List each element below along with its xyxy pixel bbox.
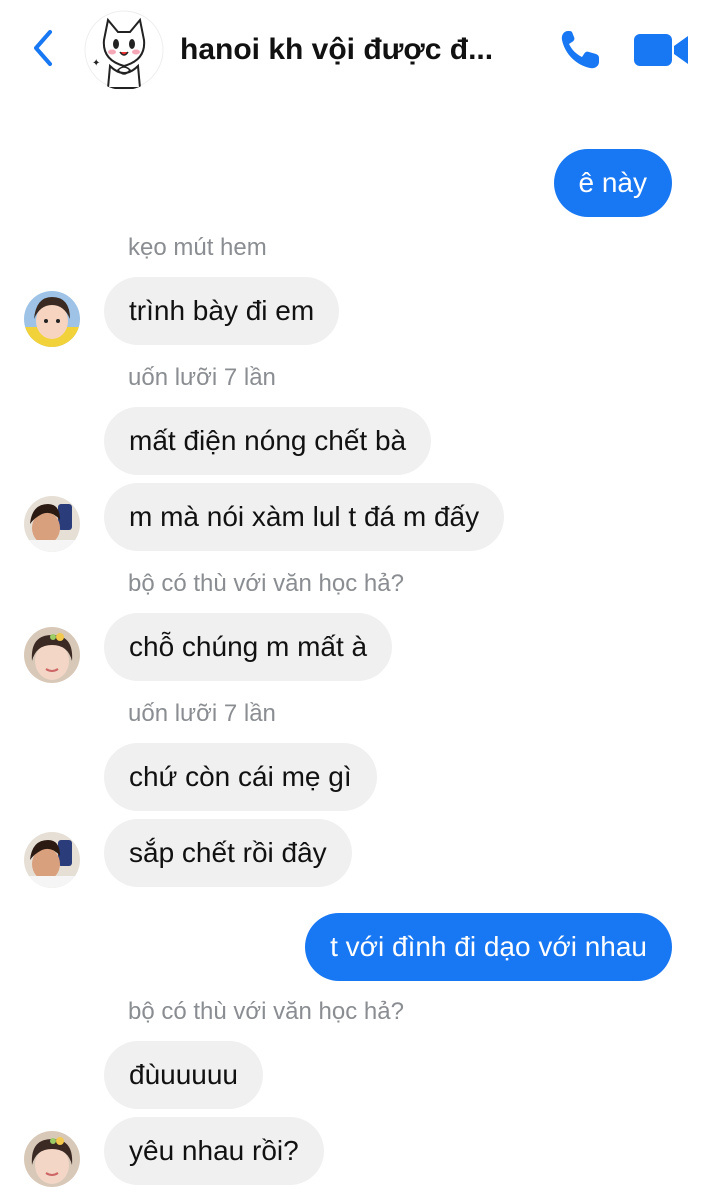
avatar[interactable]: [24, 1131, 80, 1187]
conversation-title[interactable]: hanoi kh vội được đ...: [180, 30, 530, 70]
avatar[interactable]: [24, 291, 80, 347]
phone-icon[interactable]: [558, 28, 604, 72]
incoming-message-bubble[interactable]: chứ còn cái mẹ gì: [104, 743, 377, 811]
svg-text:✦: ✦: [92, 58, 100, 69]
chat-header: ✦ hanoi kh vội được đ...: [0, 0, 720, 100]
incoming-message-bubble[interactable]: mất điện nóng chết bà: [104, 407, 432, 475]
chevron-left-icon[interactable]: [28, 28, 58, 68]
avatar[interactable]: [24, 627, 80, 683]
user-photo-icon: [24, 627, 80, 683]
sender-name: bộ có thù với văn học hả?: [128, 998, 404, 1025]
sender-name: uốn lưỡi 7 lần: [128, 364, 276, 391]
cat-avatar-icon: ✦: [84, 10, 164, 90]
sender-name: kẹo mút hem: [128, 234, 267, 261]
outgoing-message-bubble[interactable]: t với đình đi dạo với nhau: [305, 913, 672, 981]
user-photo-icon: [24, 496, 80, 552]
avatar[interactable]: [24, 832, 80, 888]
user-photo-icon: [24, 832, 80, 888]
sender-name: bộ có thù với văn học hả?: [128, 570, 404, 597]
user-photo-icon: [24, 291, 80, 347]
group-avatar[interactable]: ✦: [84, 10, 164, 90]
outgoing-message-bubble[interactable]: ê này: [553, 149, 672, 217]
incoming-message-bubble[interactable]: m mà nói xàm lul t đá m đấy: [104, 483, 505, 551]
incoming-message-bubble[interactable]: chỗ chúng m mất à: [104, 613, 393, 681]
incoming-message-bubble[interactable]: yêu nhau rồi?: [104, 1117, 324, 1185]
avatar[interactable]: [24, 496, 80, 552]
incoming-message-bubble[interactable]: trình bày đi em: [104, 277, 340, 345]
user-photo-icon: [24, 1131, 80, 1187]
incoming-message-bubble[interactable]: đùuuuuu: [104, 1041, 264, 1109]
sender-name: uốn lưỡi 7 lần: [128, 700, 276, 727]
incoming-message-bubble[interactable]: sắp chết rồi đây: [104, 819, 352, 887]
video-camera-icon[interactable]: [632, 30, 692, 70]
